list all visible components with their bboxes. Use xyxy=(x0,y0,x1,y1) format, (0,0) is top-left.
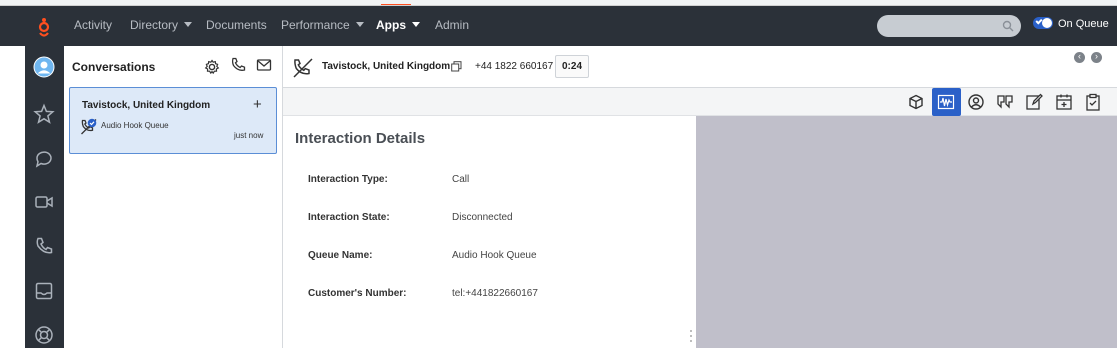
video-icon[interactable] xyxy=(33,191,55,213)
conversation-card-title: Tavistock, United Kingdom xyxy=(82,100,211,111)
star-icon[interactable] xyxy=(33,103,55,125)
conversation-timestamp: just now xyxy=(234,131,264,140)
interaction-timer: 0:24 xyxy=(555,55,589,78)
search-input[interactable] xyxy=(877,15,1021,37)
search-icon xyxy=(1002,20,1014,32)
avatar[interactable] xyxy=(33,56,55,78)
top-navigation: Activity Directory Documents Performance… xyxy=(0,6,1117,46)
left-sidebar xyxy=(25,46,64,348)
nav-performance-label: Performance xyxy=(281,18,350,32)
nav-apps[interactable]: Apps xyxy=(376,18,420,32)
interaction-state-value: Disconnected xyxy=(452,212,513,223)
interaction-header: Tavistock, United Kingdom +44 1822 66016… xyxy=(283,46,1117,88)
chevron-down-icon xyxy=(412,22,420,27)
disconnected-call-icon xyxy=(293,58,313,78)
window-left-edge xyxy=(0,46,25,348)
queue-name-label: Queue Name: xyxy=(308,250,373,261)
nav-apps-label: Apps xyxy=(376,18,406,32)
nav-activity[interactable]: Activity xyxy=(74,18,112,32)
nav-performance[interactable]: Performance xyxy=(281,18,364,32)
interaction-details-panel: Interaction Details Interaction Type: Ca… xyxy=(283,116,696,348)
conversations-title: Conversations xyxy=(72,60,156,74)
nav-directory-label: Directory xyxy=(130,18,179,32)
resize-handle-icon[interactable] xyxy=(688,327,694,345)
customer-number-label: Customer's Number: xyxy=(308,288,407,299)
contact-profile-icon[interactable] xyxy=(966,92,986,112)
conversation-queue-name: Audio Hook Queue xyxy=(101,121,169,130)
queue-status-label: On Queue xyxy=(1058,18,1109,30)
help-icon[interactable] xyxy=(33,324,55,346)
chevron-down-icon xyxy=(184,22,193,27)
wrapup-clipboard-icon[interactable] xyxy=(1083,92,1103,112)
on-queue-toggle[interactable] xyxy=(1033,17,1053,29)
expand-panel-button[interactable]: › xyxy=(1091,51,1102,63)
collapse-left-button[interactable]: ‹ xyxy=(1074,51,1085,63)
chat-icon[interactable] xyxy=(33,147,55,169)
phone-icon[interactable] xyxy=(33,235,55,257)
interaction-phone-number: +44 1822 660167 xyxy=(475,61,554,72)
interaction-details-title: Interaction Details xyxy=(295,130,426,147)
secondary-content-pane xyxy=(696,116,1117,348)
chevron-right-icon: › xyxy=(1095,51,1098,61)
new-email-icon[interactable] xyxy=(256,57,272,73)
conversation-card[interactable]: Tavistock, United Kingdom + Audio Hook Q… xyxy=(69,87,277,154)
interaction-participant-name: Tavistock, United Kingdom xyxy=(322,61,451,72)
nav-admin[interactable]: Admin xyxy=(435,18,469,32)
interaction-state-label: Interaction State: xyxy=(308,212,390,223)
queue-name-value: Audio Hook Queue xyxy=(452,250,537,261)
copy-icon[interactable] xyxy=(451,61,462,72)
chevron-down-icon xyxy=(355,22,364,27)
settings-gear-icon[interactable] xyxy=(204,59,220,75)
scripts-quote-icon[interactable] xyxy=(995,92,1015,112)
nav-directory[interactable]: Directory xyxy=(130,18,193,32)
package-cube-icon[interactable] xyxy=(906,92,926,112)
interaction-toolbar xyxy=(283,88,1117,116)
schedule-callback-icon[interactable] xyxy=(1054,92,1074,112)
add-participant-button[interactable]: + xyxy=(253,96,262,113)
interaction-type-value: Call xyxy=(452,174,470,185)
genesys-logo-icon[interactable] xyxy=(34,17,54,39)
nav-documents[interactable]: Documents xyxy=(206,18,267,32)
customer-number-value: tel:+441822660167 xyxy=(452,288,538,299)
interaction-type-label: Interaction Type: xyxy=(308,174,388,185)
new-call-phone-icon[interactable] xyxy=(230,57,246,73)
toggle-knob xyxy=(1042,18,1052,28)
disconnected-call-icon xyxy=(81,118,97,135)
inbox-icon[interactable] xyxy=(33,280,55,302)
edit-notes-icon[interactable] xyxy=(1024,92,1044,112)
conversations-panel: Conversations Tavistock, United Kingdom … xyxy=(64,46,283,348)
chevron-left-icon: ‹ xyxy=(1078,51,1081,61)
audio-waveform-icon xyxy=(937,94,955,110)
tab-audio-hook[interactable] xyxy=(932,88,961,116)
